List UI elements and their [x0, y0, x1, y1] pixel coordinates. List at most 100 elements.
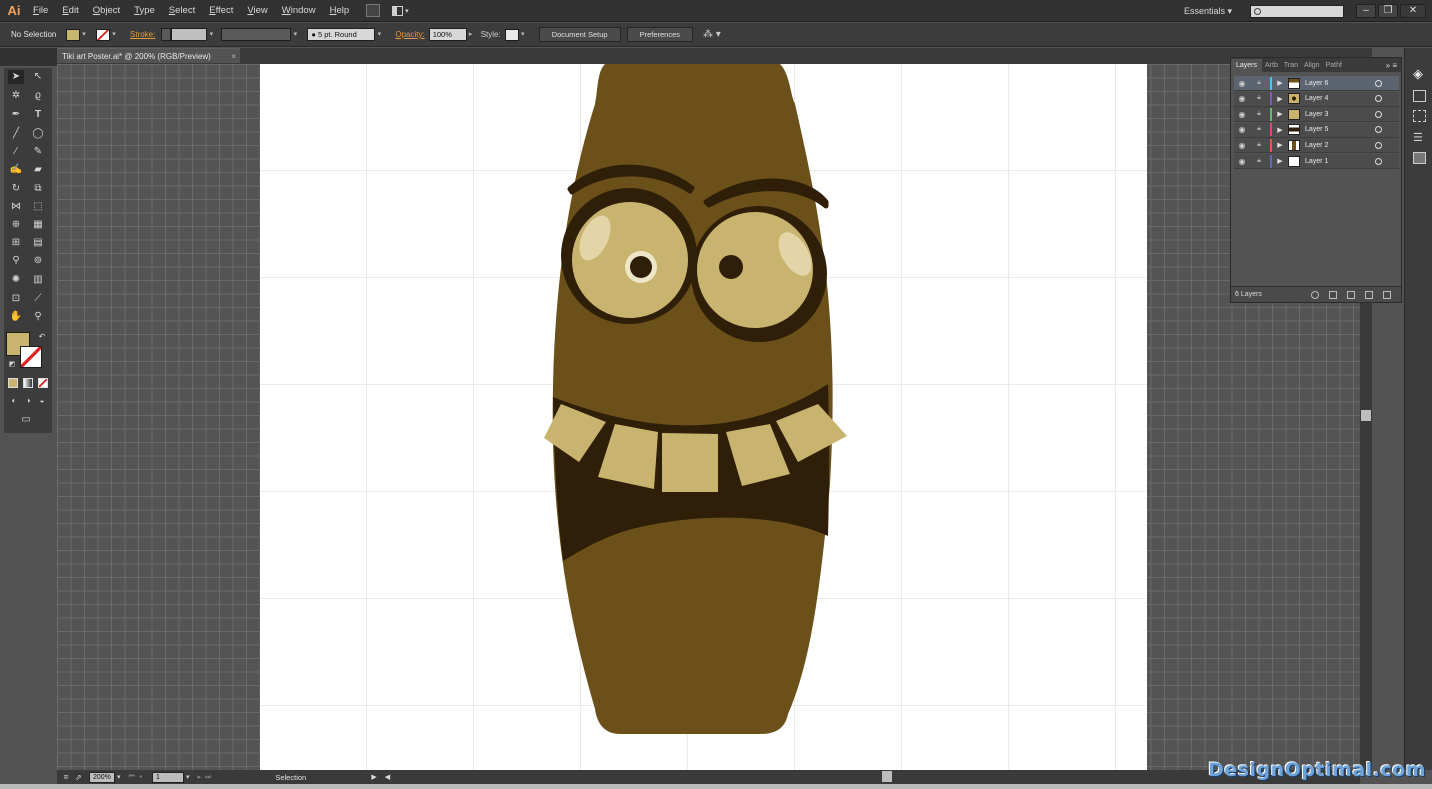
visibility-eye-icon[interactable]: ◉: [1236, 94, 1248, 103]
stroke-dropdown-icon[interactable]: ▾: [110, 29, 118, 41]
stroke-weight-field[interactable]: [171, 28, 208, 41]
tab-transform[interactable]: Tran: [1281, 59, 1301, 72]
opacity-field[interactable]: 100%: [428, 28, 467, 41]
none-mode-icon[interactable]: [38, 378, 48, 388]
clipping-mask-icon[interactable]: [1329, 290, 1337, 299]
pen-tool-icon[interactable]: ✒: [8, 108, 24, 122]
lock-icon[interactable]: 🔒︎: [1254, 79, 1264, 88]
menu-object[interactable]: Object: [86, 0, 127, 22]
scroll-left-icon[interactable]: ◀: [385, 773, 390, 781]
magic-wand-tool-icon[interactable]: ✲: [8, 89, 24, 103]
selection-tool-icon[interactable]: ➤: [8, 70, 24, 84]
stroke-weight-dropdown-icon[interactable]: ▾: [207, 29, 215, 41]
artboard-number-field[interactable]: 1: [152, 771, 184, 783]
shape-builder-tool-icon[interactable]: ⊕: [8, 218, 24, 232]
layer-name[interactable]: Layer 1: [1305, 158, 1369, 165]
menu-help[interactable]: Help: [323, 0, 357, 22]
blob-brush-tool-icon[interactable]: ✍: [8, 163, 24, 177]
visibility-eye-icon[interactable]: ◉: [1236, 157, 1248, 166]
panel-menu-icon[interactable]: » ≡: [1386, 59, 1401, 72]
menu-view[interactable]: View: [240, 0, 274, 22]
transform-dock-icon[interactable]: [1413, 110, 1426, 122]
tab-layers[interactable]: Layers: [1231, 59, 1263, 72]
layer-row[interactable]: ◉ 🔒︎ ▶ Layer 5: [1234, 122, 1399, 138]
eraser-tool-icon[interactable]: ▰: [30, 163, 46, 177]
zoom-field[interactable]: 200%: [89, 771, 115, 783]
layer-name[interactable]: Layer 5: [1305, 126, 1369, 133]
tab-artboards[interactable]: Artb: [1262, 59, 1281, 72]
gradient-tool-icon[interactable]: ▤: [30, 236, 46, 250]
new-layer-icon[interactable]: [1365, 290, 1373, 299]
hand-tool-icon[interactable]: ✋: [8, 310, 24, 324]
target-circle-icon[interactable]: [1375, 126, 1382, 134]
draw-inside-icon[interactable]: ◒: [34, 394, 50, 408]
layer-name[interactable]: Layer 6: [1305, 80, 1369, 87]
layer-name[interactable]: Layer 3: [1305, 111, 1369, 118]
new-sublayer-icon[interactable]: [1347, 290, 1355, 299]
opacity-label[interactable]: Opacity:: [395, 30, 424, 39]
expand-arrow-icon[interactable]: ▶: [1275, 157, 1285, 165]
document-setup-button[interactable]: Document Setup: [538, 27, 621, 42]
slice-tool-icon[interactable]: ⟋: [30, 292, 46, 306]
width-tool-icon[interactable]: ⋈: [8, 200, 24, 214]
target-circle-icon[interactable]: [1375, 95, 1382, 103]
scale-tool-icon[interactable]: ⧉: [30, 182, 46, 196]
stroke-color-box[interactable]: [20, 346, 42, 368]
visibility-eye-icon[interactable]: ◉: [1236, 125, 1248, 134]
expand-arrow-icon[interactable]: ▶: [1275, 79, 1285, 87]
stroke-weight-stepper[interactable]: [161, 28, 172, 41]
layer-name[interactable]: Layer 2: [1305, 142, 1369, 149]
tab-align[interactable]: Align: [1301, 59, 1323, 72]
target-circle-icon[interactable]: [1375, 110, 1382, 118]
menu-window[interactable]: Window: [275, 0, 323, 22]
type-tool-icon[interactable]: T: [30, 108, 46, 122]
menu-select[interactable]: Select: [162, 0, 202, 22]
workspace-switcher[interactable]: Essentials ▾: [1184, 6, 1232, 17]
style-dropdown-icon[interactable]: ▾: [519, 29, 527, 41]
expand-arrow-icon[interactable]: ▶: [1275, 126, 1285, 134]
menu-edit[interactable]: Edit: [55, 0, 85, 22]
profile-dropdown-icon[interactable]: ▾: [291, 29, 299, 41]
perspective-grid-tool-icon[interactable]: ▦: [30, 218, 46, 232]
variable-width-profile[interactable]: [221, 28, 292, 41]
expand-arrow-icon[interactable]: ▶: [1275, 110, 1285, 118]
arrange-documents-icon[interactable]: ▾: [392, 4, 414, 17]
locate-object-icon[interactable]: [1311, 290, 1319, 299]
target-circle-icon[interactable]: [1375, 157, 1382, 165]
layer-row[interactable]: ◉ 🔒︎ ▶ Layer 3: [1234, 107, 1399, 123]
visibility-eye-icon[interactable]: ◉: [1236, 141, 1248, 150]
menu-type[interactable]: Type: [127, 0, 162, 22]
close-tab-icon[interactable]: ×: [231, 49, 236, 64]
layer-name[interactable]: Layer 4: [1305, 95, 1369, 102]
target-circle-icon[interactable]: [1375, 141, 1382, 149]
first-prev-artboard-icon[interactable]: ⏮◂: [129, 773, 146, 781]
horizontal-scroll-thumb[interactable]: [882, 771, 892, 782]
direct-selection-tool-icon[interactable]: ↖: [30, 70, 46, 84]
brush-definition[interactable]: ● 5 pt. Round: [307, 28, 376, 41]
menu-file[interactable]: File: [26, 0, 55, 22]
lock-icon[interactable]: 🔒︎: [1254, 141, 1264, 150]
stroke-swatch[interactable]: [96, 28, 110, 41]
lock-icon[interactable]: 🔒︎: [1254, 125, 1264, 134]
artboard-nav-icon[interactable]: ⧈: [57, 772, 75, 782]
layer-row[interactable]: ◉ 🔒︎ ▶ Layer 4: [1234, 91, 1399, 107]
tiki-artwork[interactable]: [260, 64, 1147, 770]
menu-effect[interactable]: Effect: [202, 0, 240, 22]
lock-icon[interactable]: 🔒︎: [1254, 110, 1264, 119]
bridge-icon[interactable]: [366, 4, 381, 17]
status-menu-icon[interactable]: ▶: [371, 773, 376, 781]
symbol-sprayer-tool-icon[interactable]: ✺: [8, 273, 24, 287]
doc-info-icon[interactable]: ⇗: [75, 773, 89, 782]
gradient-mode-icon[interactable]: [23, 378, 33, 388]
lasso-tool-icon[interactable]: ϱ: [30, 89, 46, 103]
eyedropper-tool-icon[interactable]: ⚲: [8, 254, 24, 268]
vertical-scroll-thumb[interactable]: [1361, 410, 1371, 421]
search-input[interactable]: [1250, 4, 1344, 18]
restore-button[interactable]: ❐: [1378, 4, 1398, 18]
artboard-tool-icon[interactable]: ⊡: [8, 292, 24, 306]
tab-pathfinder[interactable]: Pathf: [1323, 59, 1345, 72]
expand-arrow-icon[interactable]: ▶: [1275, 141, 1285, 149]
mesh-tool-icon[interactable]: ⊞: [8, 236, 24, 250]
preferences-button[interactable]: Preferences: [626, 27, 694, 42]
layer-row[interactable]: ◉ 🔒︎ ▶ Layer 1: [1234, 154, 1399, 169]
